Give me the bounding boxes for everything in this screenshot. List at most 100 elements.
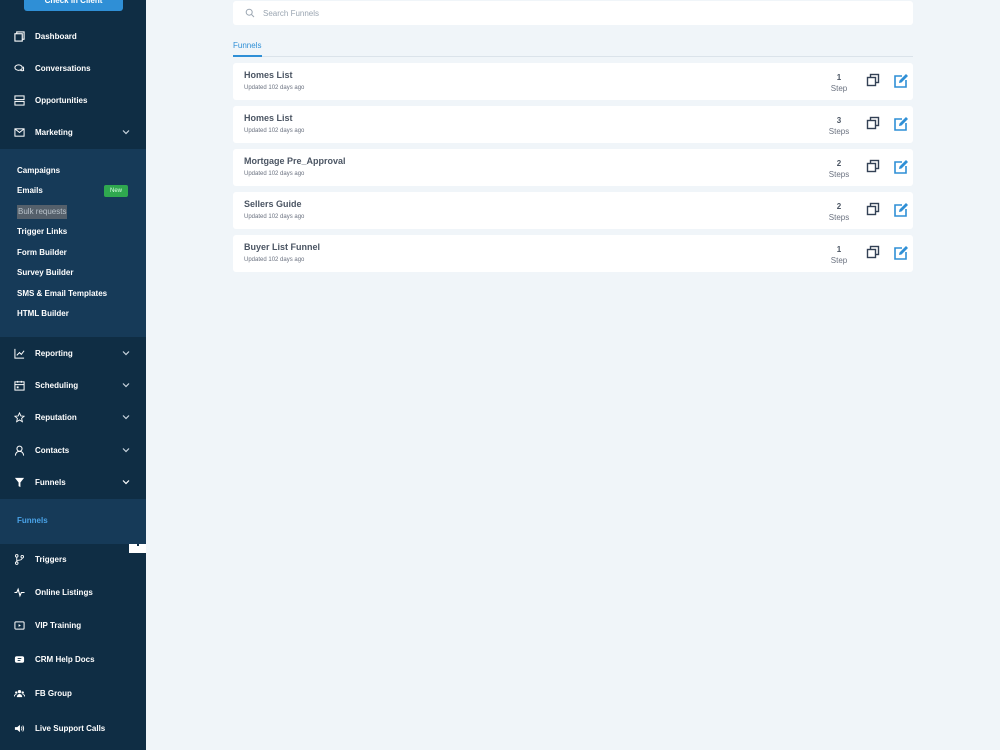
submenu-form-builder[interactable]: Form Builder [17, 246, 67, 260]
nav-triggers[interactable]: Triggers [0, 546, 146, 572]
step-count: 3 [836, 116, 842, 125]
edit-icon[interactable] [893, 202, 909, 218]
chevron-down-icon [122, 351, 130, 356]
nav-label: VIP Training [35, 620, 82, 630]
nav-label: Opportunities [35, 95, 88, 105]
step-count: 2 [836, 159, 842, 168]
chevron-down-icon [122, 480, 130, 485]
funnel-updated: Updated 102 days ago [244, 214, 305, 220]
search-icon [245, 8, 255, 18]
video-icon [13, 619, 25, 631]
submenu-funnels[interactable]: Funnels [17, 516, 48, 525]
edit-icon[interactable] [893, 159, 909, 175]
chat-icon [13, 62, 25, 74]
submenu-emails[interactable]: Emails [17, 184, 43, 198]
nav-marketing[interactable]: Marketing [0, 119, 146, 145]
nav-label: Scheduling [35, 380, 79, 390]
copy-icon[interactable] [866, 202, 880, 216]
funnel-row[interactable]: Homes List Updated 102 days ago 1 Step [233, 63, 913, 100]
edit-icon[interactable] [893, 245, 909, 261]
step-count: 1 [836, 73, 842, 82]
tab-bar: Funnels [233, 40, 913, 57]
search-input[interactable] [263, 8, 863, 18]
copy-icon[interactable] [866, 73, 880, 87]
nav-label: Live Support Calls [35, 723, 106, 733]
nav-label: CRM Help Docs [35, 654, 95, 664]
nav-dashboard[interactable]: Dashboard [0, 23, 146, 49]
nav-label: Conversations [35, 63, 91, 73]
star-icon [13, 411, 25, 423]
funnel-row[interactable]: Sellers Guide Updated 102 days ago 2 Ste… [233, 192, 913, 229]
step-unit: Steps [828, 170, 850, 179]
calendar-icon [13, 379, 25, 391]
nav-label: Funnels [35, 477, 66, 487]
funnel-row[interactable]: Homes List Updated 102 days ago 3 Steps [233, 106, 913, 143]
nav-contacts[interactable]: Contacts [0, 437, 146, 463]
chevron-down-icon [122, 448, 130, 453]
funnel-name[interactable]: Mortgage Pre_Approval [244, 156, 346, 166]
copy-icon[interactable] [866, 116, 880, 130]
step-unit: Step [830, 256, 848, 265]
pulse-icon [13, 586, 25, 598]
submenu-bulk-requests[interactable]: Bulk requests [17, 205, 68, 219]
step-count: 2 [836, 202, 842, 211]
funnel-name[interactable]: Homes List [244, 113, 293, 123]
search-bar [233, 1, 913, 25]
submenu-campaigns[interactable]: Campaigns [17, 164, 60, 178]
speaker-icon [13, 722, 25, 734]
nav-crm-help-docs[interactable]: CRM Help Docs [0, 646, 146, 672]
docs-icon [13, 653, 25, 665]
nav-label: Reporting [35, 348, 73, 358]
copy-icon[interactable] [866, 245, 880, 259]
nav-opportunities[interactable]: Opportunities [0, 87, 146, 113]
step-unit: Step [830, 84, 848, 93]
check-in-client-button[interactable]: Check in Client [24, 0, 123, 11]
funnel-row[interactable]: Buyer List Funnel Updated 102 days ago 1… [233, 235, 913, 272]
mail-icon [13, 126, 25, 138]
copy-icon[interactable] [866, 159, 880, 173]
person-icon [13, 444, 25, 456]
submenu-sms-email-templates[interactable]: SMS & Email Templates [17, 287, 107, 301]
chevron-down-icon [122, 415, 130, 420]
step-unit: Steps [828, 127, 850, 136]
sidebar: Check in Client Dashboard Conversations … [0, 0, 146, 750]
step-count: 1 [836, 245, 842, 254]
edit-icon[interactable] [893, 116, 909, 132]
submenu-trigger-links[interactable]: Trigger Links [17, 225, 67, 239]
nav-scheduling[interactable]: Scheduling [0, 372, 146, 398]
nav-label: Marketing [35, 127, 73, 137]
group-icon [13, 687, 25, 699]
opportunities-icon [13, 94, 25, 106]
nav-conversations[interactable]: Conversations [0, 55, 146, 81]
nav-reporting[interactable]: Reporting [0, 340, 146, 366]
new-badge: New [104, 185, 128, 197]
funnel-updated: Updated 102 days ago [244, 171, 305, 177]
chart-icon [13, 347, 25, 359]
funnel-name[interactable]: Sellers Guide [244, 199, 302, 209]
step-unit: Steps [828, 213, 850, 222]
nav-fb-group[interactable]: FB Group [0, 680, 146, 706]
nav-live-support-calls[interactable]: Live Support Calls [0, 715, 146, 741]
funnel-name[interactable]: Buyer List Funnel [244, 242, 320, 252]
edit-icon[interactable] [893, 73, 909, 89]
chevron-down-icon [122, 383, 130, 388]
branch-icon [13, 553, 25, 565]
nav-vip-training[interactable]: VIP Training [0, 612, 146, 638]
funnel-updated: Updated 102 days ago [244, 128, 305, 134]
nav-label: Triggers [35, 554, 67, 564]
nav-reputation[interactable]: Reputation [0, 404, 146, 430]
submenu-html-builder[interactable]: HTML Builder [17, 307, 69, 321]
funnel-updated: Updated 102 days ago [244, 257, 305, 263]
nav-label: Reputation [35, 412, 77, 422]
nav-funnels[interactable]: Funnels [0, 469, 146, 495]
submenu-survey-builder[interactable]: Survey Builder [17, 266, 73, 280]
funnel-name[interactable]: Homes List [244, 70, 293, 80]
nav-label: FB Group [35, 688, 72, 698]
nav-online-listings[interactable]: Online Listings [0, 579, 146, 605]
funnel-row[interactable]: Mortgage Pre_Approval Updated 102 days a… [233, 149, 913, 186]
nav-label: Contacts [35, 445, 70, 455]
nav-label: Online Listings [35, 587, 93, 597]
chevron-down-icon [122, 130, 130, 135]
tab-funnels[interactable]: Funnels [233, 40, 262, 57]
filter-icon [13, 476, 25, 488]
